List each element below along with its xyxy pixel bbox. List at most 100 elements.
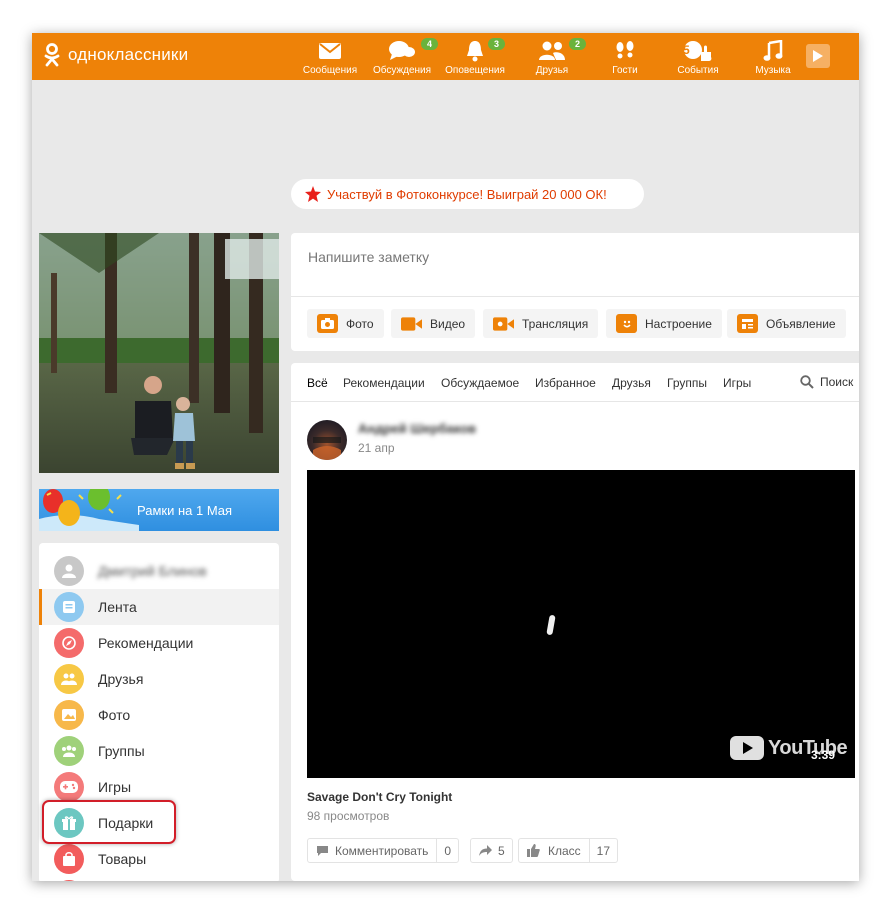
video-duration: 3:39 <box>811 748 836 762</box>
nav-label: Гости <box>612 65 638 76</box>
tab-games[interactable]: Игры <box>723 376 751 390</box>
nav-label: Музыка <box>755 65 791 76</box>
announcement-button[interactable]: Объявление <box>727 309 846 338</box>
sidebar-item-feed[interactable]: Лента <box>39 589 279 625</box>
sidebar-item-goods[interactable]: Товары <box>39 841 279 877</box>
nav-music[interactable]: Музыка <box>737 39 809 76</box>
post-author-name[interactable]: Андрей Шербаков <box>358 421 476 436</box>
badge: 2 <box>568 37 588 51</box>
sidebar-item-groups[interactable]: Группы <box>39 733 279 769</box>
mood-button[interactable]: Настроение <box>606 309 722 338</box>
badge: 3 <box>487 37 507 51</box>
avatar-image <box>313 437 341 460</box>
play-icon <box>813 50 823 62</box>
sidebar-user[interactable]: Дмитрий Блинов <box>39 553 279 589</box>
sidebar-item-label: Фото <box>98 707 131 723</box>
gifts-highlight-frame <box>42 800 176 844</box>
nav-messages[interactable]: Сообщения <box>294 39 366 76</box>
gamepad-icon <box>54 772 84 802</box>
comment-count: 0 <box>436 839 458 862</box>
video-camera-icon <box>401 314 422 333</box>
note-composer: Напишите заметку Фото Видео Трансляция Н… <box>291 233 859 351</box>
video-player[interactable]: YouTube 3:39 <box>307 470 855 778</box>
may-frames-banner[interactable]: Рамки на 1 Мая <box>39 489 279 531</box>
tab-discussed[interactable]: Обсуждаемое <box>441 376 519 390</box>
music-note-icon <box>763 40 783 61</box>
bell-icon <box>467 41 483 62</box>
sidebar-item-photo[interactable]: Фото <box>39 697 279 733</box>
photo-contest-promo[interactable]: Участвуй в Фотоконкурсе! Выиграй 20 000 … <box>291 179 644 209</box>
envelope-icon <box>319 43 341 59</box>
nav-discussions[interactable]: 4 Обсуждения <box>366 37 440 76</box>
tab-favorites[interactable]: Избранное <box>535 376 596 390</box>
sidebar-item-label: Друзья <box>98 671 144 687</box>
nav-guests[interactable]: Гости <box>589 39 661 76</box>
broadcast-button[interactable]: Трансляция <box>483 309 599 338</box>
promo-text: Участвуй в Фотоконкурсе! Выиграй 20 000 … <box>327 186 607 202</box>
comment-button[interactable]: Комментировать 0 <box>307 838 460 863</box>
nav-events[interactable]: 5 События <box>662 39 734 76</box>
user-icon <box>62 564 76 578</box>
video-title[interactable]: Savage Don't Cry Tonight <box>307 790 452 804</box>
groups-icon <box>54 736 84 766</box>
comment-label: Комментировать <box>335 843 429 858</box>
share-arrow-icon <box>479 845 492 856</box>
sidebar-item-recommendations[interactable]: Рекомендации <box>39 625 279 661</box>
tab-friends[interactable]: Друзья <box>612 376 651 390</box>
broadcast-icon <box>493 314 514 333</box>
profile-photo[interactable] <box>39 233 279 473</box>
loading-spinner <box>546 614 556 636</box>
feed-search-button[interactable]: Поиск <box>800 375 853 389</box>
sidebar-item-label: Рекомендации <box>98 635 194 651</box>
like-button[interactable]: Класс 17 <box>518 838 619 863</box>
nav-label: Оповещения <box>445 65 505 76</box>
bag-icon <box>54 844 84 874</box>
add-photo-button[interactable]: Фото <box>307 309 384 338</box>
tab-groups[interactable]: Группы <box>667 376 707 390</box>
star-icon <box>305 186 321 202</box>
feed-icon <box>54 592 84 622</box>
banner-text: Рамки на 1 Мая <box>137 503 233 518</box>
badge: 4 <box>420 37 440 51</box>
youtube-wordmark: YouTube <box>768 736 848 759</box>
button-label: Объявление <box>766 316 836 331</box>
sidebar-item-more[interactable] <box>39 877 279 881</box>
view-count: 98 просмотров <box>307 809 390 823</box>
browser-frame: одноклассники Сообщения 4 Обсуждения 3 О… <box>32 33 859 881</box>
nav-label: Обсуждения <box>372 65 432 76</box>
nav-label: События <box>677 65 719 76</box>
sidebar-item-label: Товары <box>98 851 147 867</box>
nav-label: Сообщения <box>302 65 358 76</box>
share-count: 5 <box>498 843 505 858</box>
nav-notifications[interactable]: 3 Оповещения <box>439 37 511 76</box>
nav-friends[interactable]: 2 Друзья <box>516 37 588 76</box>
photo-icon <box>54 700 84 730</box>
sidebar-user-name: Дмитрий Блинов <box>98 563 207 579</box>
ok-logo[interactable]: одноклассники <box>44 43 188 67</box>
share-button[interactable]: 5 <box>470 838 513 863</box>
sidebar-item-friends[interactable]: Друзья <box>39 661 279 697</box>
search-icon <box>800 375 814 389</box>
note-input[interactable]: Напишите заметку <box>308 249 429 265</box>
feed-tabs: Всё Рекомендации Обсуждаемое Избранное Д… <box>291 363 859 402</box>
tab-all[interactable]: Всё <box>307 376 328 390</box>
like-count: 17 <box>588 839 617 862</box>
comment-icon <box>317 845 328 856</box>
video-toggle-button[interactable] <box>806 44 830 68</box>
friends-icon <box>54 664 84 694</box>
profile-photo-image <box>39 233 279 473</box>
author-avatar[interactable] <box>307 420 347 460</box>
chat-bubbles-icon <box>389 41 415 60</box>
add-video-button[interactable]: Видео <box>391 309 476 338</box>
like-label: Класс <box>548 843 581 858</box>
tab-recommendations[interactable]: Рекомендации <box>343 376 425 390</box>
sidebar-item-label: Лента <box>98 599 137 615</box>
footprints-icon <box>616 41 634 59</box>
button-label: Видео <box>430 316 466 331</box>
balloons-icon <box>39 489 139 531</box>
smiley-icon <box>616 314 637 333</box>
ok-logo-icon <box>44 43 60 67</box>
search-label: Поиск <box>820 375 854 389</box>
nav-label: Друзья <box>535 65 569 76</box>
sidebar-item-label: Игры <box>98 779 132 795</box>
